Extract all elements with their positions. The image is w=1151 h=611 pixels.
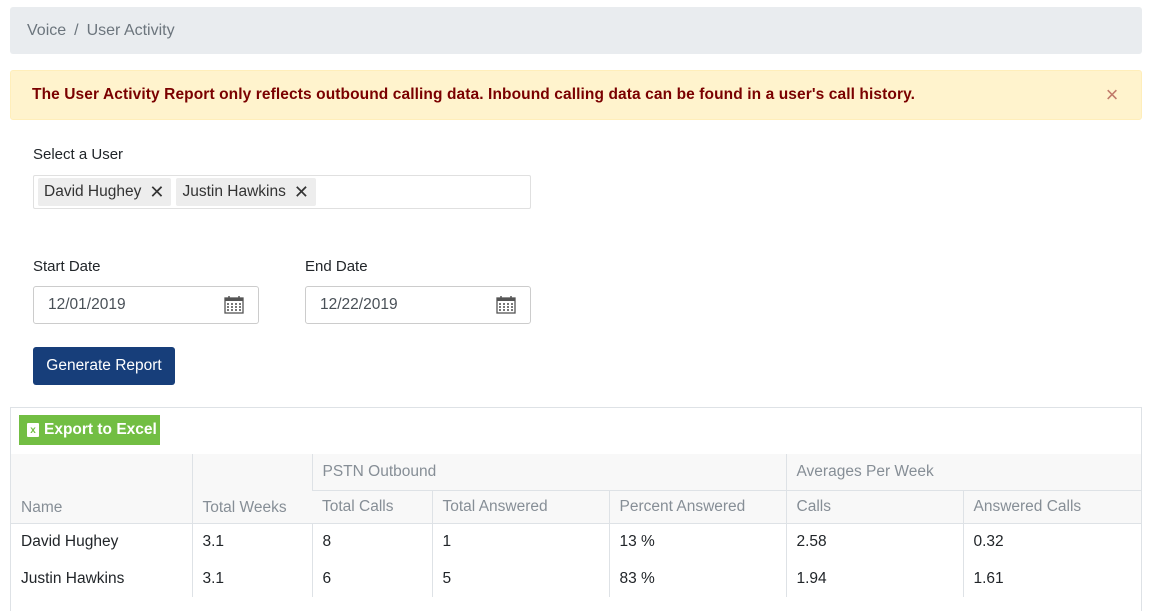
user-chip-label: Justin Hawkins [182,183,286,200]
table-row: Justin Hawkins 3.1 6 5 83 % 1.94 1.61 [11,560,1141,597]
cell-total-answered: 5 [431,560,609,597]
alert-message: The User Activity Report only reflects o… [32,86,916,103]
cell-total-calls: 8 [311,523,432,560]
export-excel-button[interactable]: x Export to Excel [19,415,160,445]
info-alert: The User Activity Report only reflects o… [10,70,1142,120]
generate-report-button[interactable]: Generate Report [33,347,175,385]
start-date-value: 12/01/2019 [48,296,126,313]
user-chip-label: David Hughey [44,183,142,200]
cell-percent-answered: 83 % [608,560,786,597]
end-date-input[interactable]: 12/22/2019 [305,286,531,324]
cell-name: David Hughey [21,532,119,550]
cell-total-calls: 6 [311,560,432,597]
cell-total-weeks: 3.1 [191,523,312,560]
select-user-label: Select a User [33,146,124,163]
user-multiselect[interactable]: David Hughey ✕ Justin Hawkins ✕ [33,175,531,209]
table-row: David Hughey 3.1 8 1 13 % 2.58 0.32 [11,523,1141,560]
cell-avg-answered-calls: 1.61 [962,560,1141,597]
cell-avg-calls: 1.94 [785,560,963,597]
cell-total-answered: 1 [431,523,609,560]
col-header-total-calls[interactable]: Total Calls [312,490,432,524]
cell-total-weeks: 3.1 [191,560,312,597]
cell-percent-answered: 13 % [608,523,786,560]
report-panel: x Export to Excel Name Total Weeks PSTN … [10,407,1142,611]
excel-file-icon: x [27,423,39,437]
col-header-percent-answered[interactable]: Percent Answered [608,490,786,524]
start-date-label: Start Date [33,258,101,275]
col-header-calls[interactable]: Calls [785,490,963,524]
user-activity-table: Name Total Weeks PSTN Outbound Averages … [11,454,1141,597]
col-header-total-answered[interactable]: Total Answered [431,490,609,524]
group-header-averages-per-week: Averages Per Week [785,454,1141,491]
breadcrumb: Voice / User Activity [10,7,1142,54]
cell-name: Justin Hawkins [21,569,125,587]
breadcrumb-separator: / [74,21,79,39]
col-header-total-weeks[interactable]: Total Weeks [191,454,312,524]
user-chip: David Hughey ✕ [38,178,172,206]
remove-user-icon[interactable]: ✕ [149,183,164,201]
breadcrumb-voice[interactable]: Voice [27,22,66,40]
remove-user-icon[interactable]: ✕ [294,183,309,201]
user-chip: Justin Hawkins ✕ [176,178,316,206]
group-header-pstn-outbound: PSTN Outbound [311,454,786,491]
calendar-icon[interactable] [496,296,516,314]
end-date-value: 12/22/2019 [320,296,398,313]
end-date-label: End Date [305,258,368,275]
close-icon[interactable]: × [1103,84,1121,106]
col-header-answered-calls[interactable]: Answered Calls [962,490,1141,524]
col-header-name[interactable]: Name [11,454,192,524]
calendar-icon[interactable] [224,296,244,314]
cell-avg-calls: 2.58 [785,523,963,560]
cell-avg-answered-calls: 0.32 [962,523,1141,560]
start-date-input[interactable]: 12/01/2019 [33,286,259,324]
breadcrumb-user-activity: User Activity [86,21,175,39]
export-excel-label: Export to Excel [44,421,157,438]
